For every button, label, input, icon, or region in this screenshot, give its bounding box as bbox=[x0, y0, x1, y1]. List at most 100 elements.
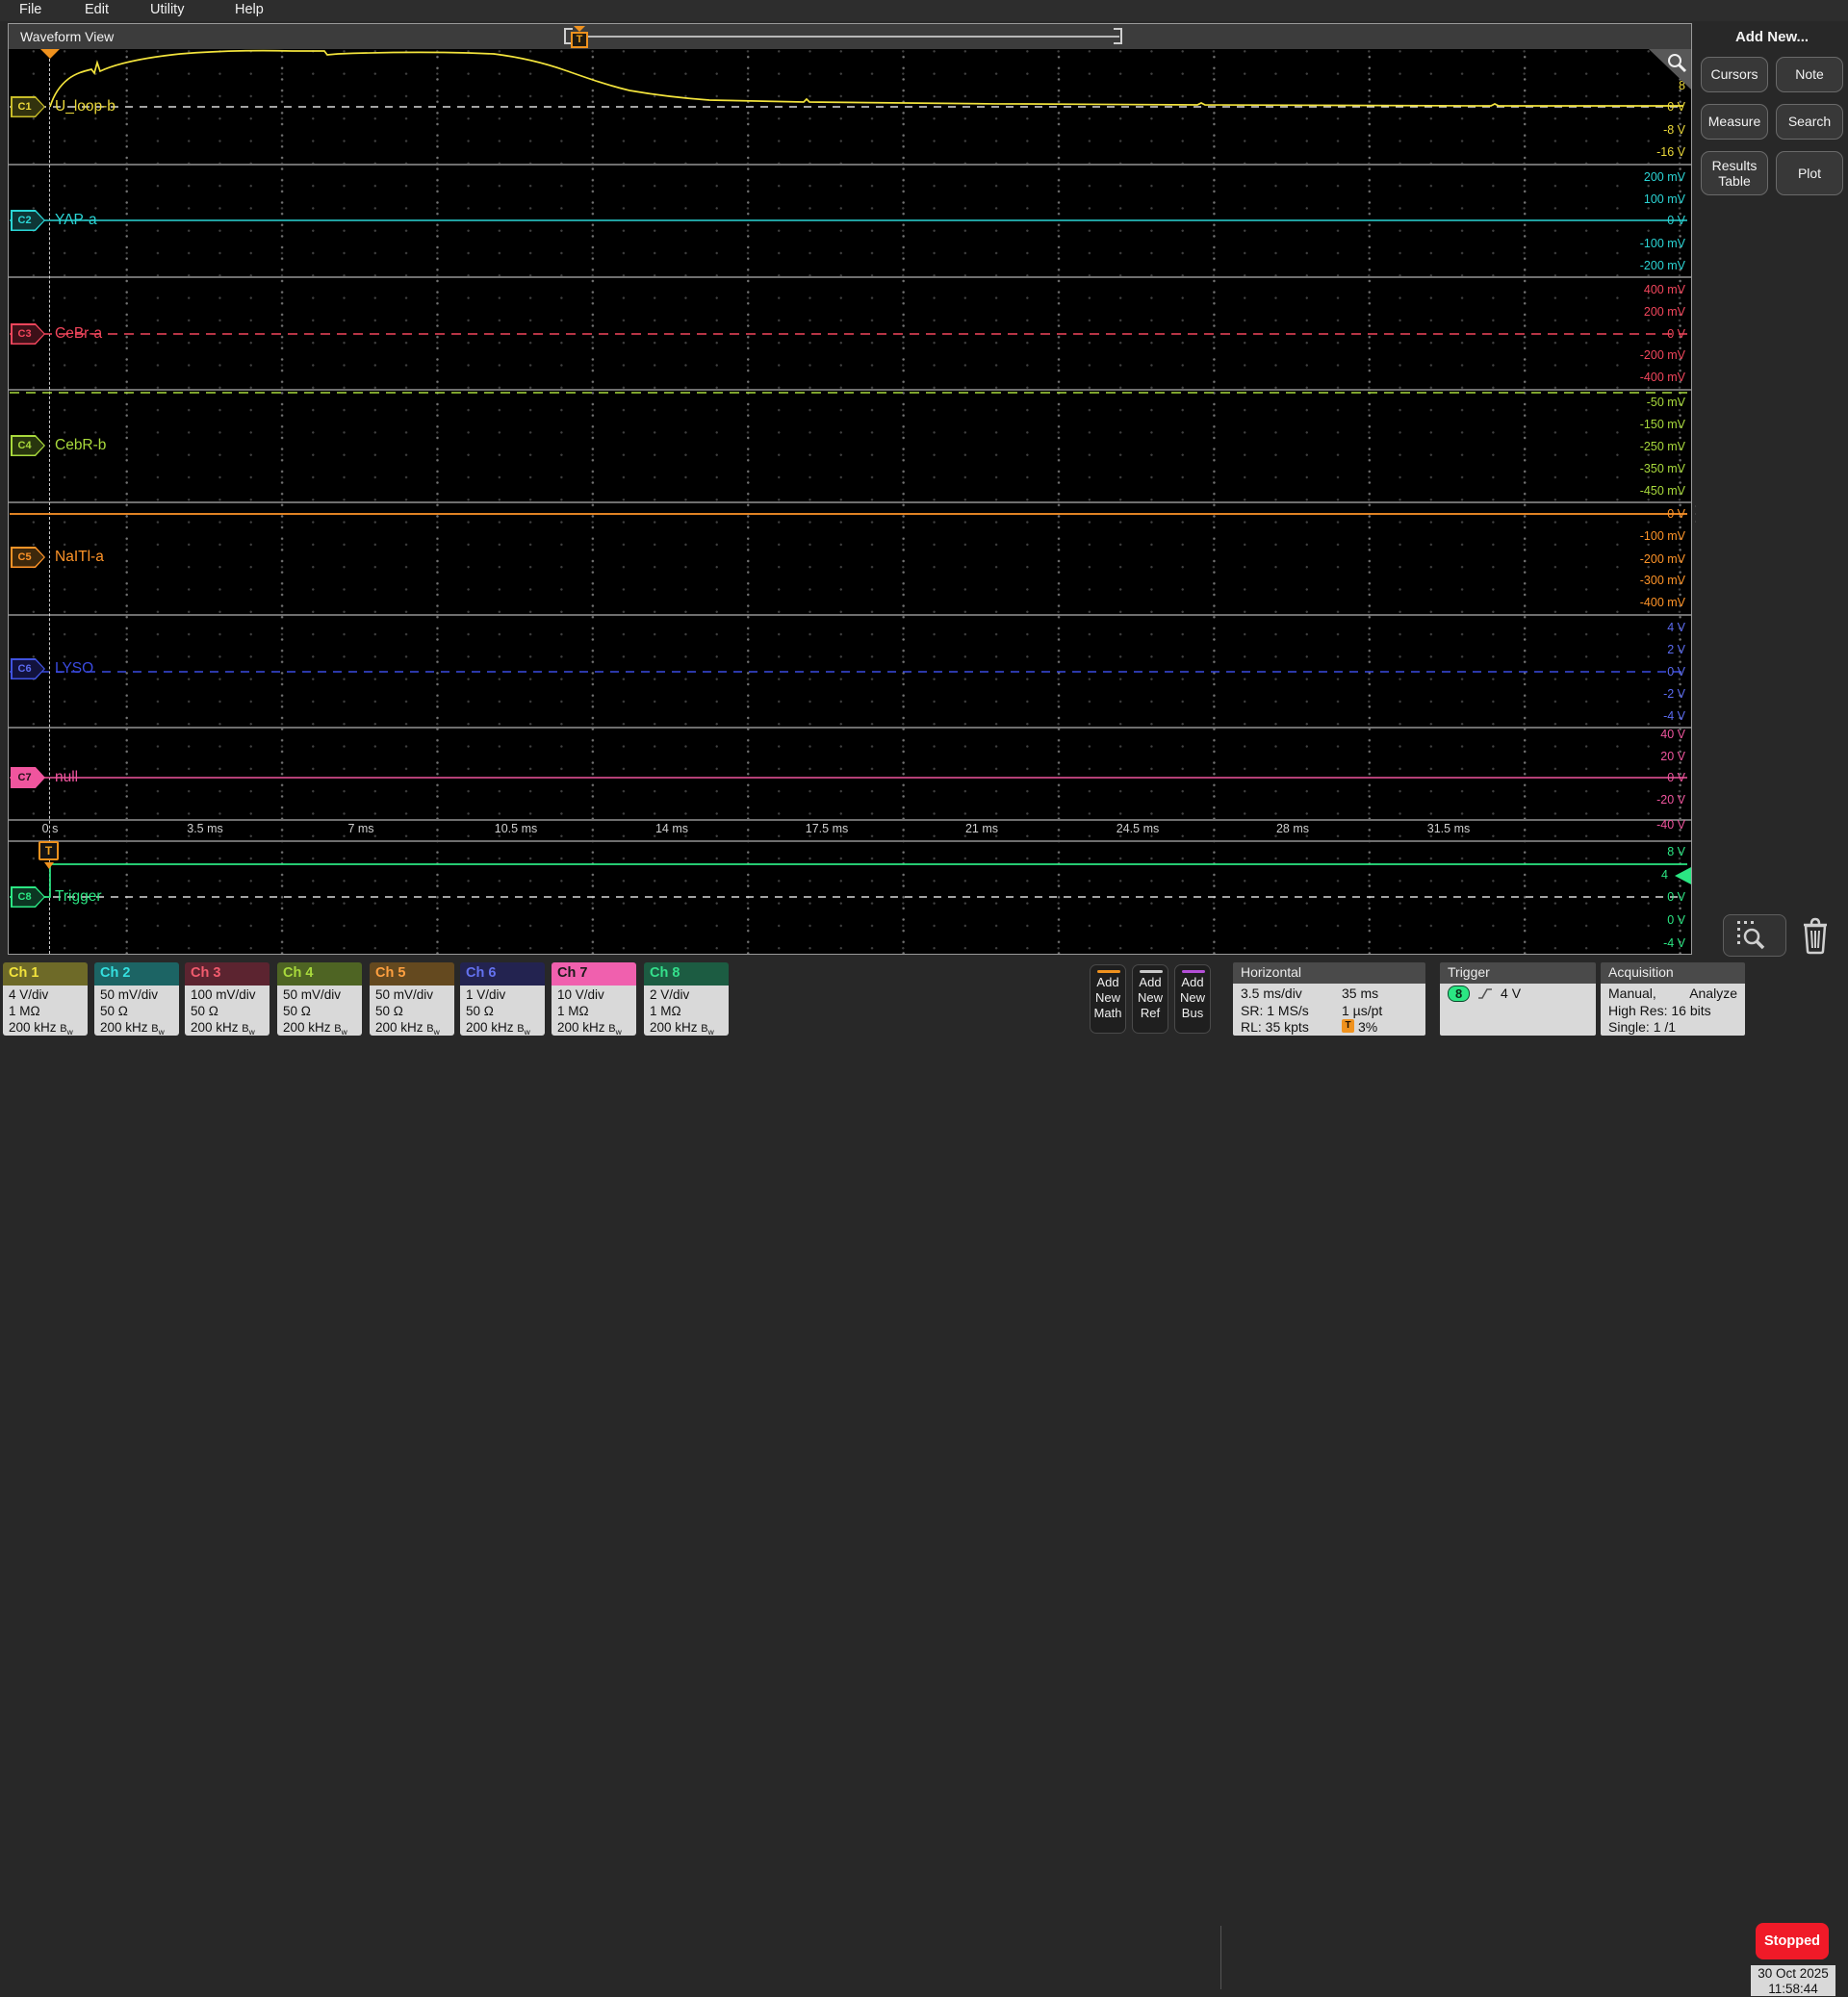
c8-trace[interactable] bbox=[10, 863, 1687, 898]
channel-badge-c6[interactable]: C6 bbox=[11, 658, 45, 679]
axis-label: 0 V bbox=[1667, 507, 1685, 521]
axis-label: -50 mV bbox=[1646, 396, 1685, 409]
acquisition-position-line[interactable] bbox=[573, 36, 1119, 38]
ch7-scale: 10 V/div bbox=[557, 987, 604, 1002]
trigger-panel[interactable]: Trigger 8 4 V bbox=[1440, 962, 1596, 1036]
rising-edge-icon bbox=[1478, 988, 1493, 999]
horizontal-panel-title: Horizontal bbox=[1233, 962, 1425, 984]
axis-label: 200 mV bbox=[1643, 170, 1685, 184]
bottom-bar: Ch 1 4 V/div 1 MΩ 200 kHz Bw Ch 2 50 mV/… bbox=[0, 959, 1848, 1996]
add-new-math-button[interactable]: Add New Math bbox=[1090, 964, 1126, 1034]
axis-label: 0 V bbox=[1667, 327, 1685, 341]
ch4-impedance: 50 Ω bbox=[283, 1004, 311, 1018]
results-table-button[interactable]: Results Table bbox=[1701, 151, 1768, 195]
acquisition-window-right-bracket[interactable] bbox=[1114, 28, 1122, 44]
channel-badge-c1[interactable]: C1 bbox=[11, 96, 45, 117]
channel-badge-c2[interactable]: C2 bbox=[11, 210, 45, 231]
axis-label: -16 V bbox=[1656, 145, 1685, 159]
channel-card-ch3[interactable]: Ch 3 100 mV/div 50 Ω 200 kHz Bw bbox=[185, 962, 270, 1036]
channel-name-c5[interactable]: NaITl-a bbox=[55, 549, 104, 566]
ref-accent-bar bbox=[1140, 970, 1163, 973]
acquisition-mode: Manual, bbox=[1608, 986, 1656, 1001]
run-stop-status-button[interactable]: Stopped bbox=[1756, 1923, 1829, 1959]
ch7-bandwidth: 200 kHz bbox=[557, 1020, 605, 1035]
trigger-level: 4 V bbox=[1501, 986, 1522, 1001]
horizontal-panel[interactable]: Horizontal 3.5 ms/div 35 ms SR: 1 MS/s 1 µ… bbox=[1233, 962, 1425, 1036]
channel-card-ch1[interactable]: Ch 1 4 V/div 1 MΩ 200 kHz Bw bbox=[3, 962, 88, 1036]
ch2-bandwidth: 200 kHz bbox=[100, 1020, 148, 1035]
channel-name-c6[interactable]: LYSO bbox=[55, 660, 93, 678]
time-tick: 21 ms bbox=[964, 822, 999, 835]
trash-button[interactable] bbox=[1796, 914, 1838, 957]
ch8-bandwidth: 200 kHz bbox=[650, 1020, 698, 1035]
ch4-scale: 50 mV/div bbox=[283, 987, 342, 1002]
axis-label: -200 mV bbox=[1639, 259, 1685, 272]
horizontal-window: 35 ms bbox=[1342, 986, 1379, 1001]
bottom-bar-divider bbox=[1220, 1926, 1221, 1989]
channel-badge-c8[interactable]: C8 bbox=[11, 886, 45, 908]
time-value: 11:58:44 bbox=[1768, 1982, 1818, 1996]
bandwidth-limit-icon: Bw bbox=[60, 1023, 73, 1036]
menu-help[interactable]: Help bbox=[235, 2, 264, 17]
record-length: RL: 35 kpts bbox=[1241, 1019, 1309, 1035]
trigger-source-t-marker[interactable]: T bbox=[38, 841, 59, 860]
trigger-marker-t-icon: T bbox=[571, 32, 588, 48]
zoom-mode-button[interactable] bbox=[1723, 914, 1786, 957]
channel-card-ch2[interactable]: Ch 2 50 mV/div 50 Ω 200 kHz Bw bbox=[94, 962, 179, 1036]
add-new-ref-button[interactable]: Add New Ref bbox=[1132, 964, 1168, 1034]
horizontal-scale: 3.5 ms/div bbox=[1241, 986, 1302, 1001]
channel-card-ch7[interactable]: Ch 7 10 V/div 1 MΩ 200 kHz Bw bbox=[552, 962, 636, 1036]
trigger-level-arrow-icon[interactable] bbox=[1675, 867, 1691, 884]
channel-name-c1[interactable]: U_loop-b bbox=[55, 98, 116, 115]
traces-layer bbox=[10, 49, 1687, 898]
menu-utility[interactable]: Utility bbox=[150, 2, 184, 17]
channel-badge-c5[interactable]: C5 bbox=[11, 547, 45, 568]
add-new-bus-button[interactable]: Add New Bus bbox=[1174, 964, 1211, 1034]
channel-card-ch6[interactable]: Ch 6 1 V/div 50 Ω 200 kHz Bw bbox=[460, 962, 545, 1036]
channel-badge-c4[interactable]: C4 bbox=[11, 435, 45, 456]
ch1-bandwidth: 200 kHz bbox=[9, 1020, 57, 1035]
axis-label: -20 V bbox=[1656, 793, 1685, 806]
plot-button[interactable]: Plot bbox=[1776, 151, 1843, 195]
acquisition-detail: High Res: 16 bits bbox=[1608, 1002, 1711, 1018]
acquisition-panel[interactable]: Acquisition Manual, Analyze High Res: 16 … bbox=[1601, 962, 1745, 1036]
channel-card-ch8[interactable]: Ch 8 2 V/div 1 MΩ 200 kHz Bw bbox=[644, 962, 729, 1036]
right-sidebar: Add New... Cursors Note Measure Search R… bbox=[1696, 23, 1848, 955]
axis-label: 4 V bbox=[1667, 621, 1685, 634]
menu-edit[interactable]: Edit bbox=[85, 2, 109, 17]
ch6-impedance: 50 Ω bbox=[466, 1004, 494, 1018]
axis-label: 40 V bbox=[1660, 728, 1685, 741]
axis-label: 0 V bbox=[1667, 100, 1685, 114]
channel-name-c4[interactable]: CebR-b bbox=[55, 437, 106, 454]
bandwidth-limit-icon: Bw bbox=[151, 1023, 165, 1036]
search-button[interactable]: Search bbox=[1776, 104, 1843, 140]
channel-name-c3[interactable]: CeBr-a bbox=[55, 325, 102, 343]
axis-label: 0 V bbox=[1667, 890, 1685, 904]
waveform-view-window: Waveform View T C1 U_loop-b C2 YAP-a C3 … bbox=[8, 23, 1704, 955]
time-tick: 24.5 ms bbox=[1116, 822, 1160, 835]
channel-card-ch4[interactable]: Ch 4 50 mV/div 50 Ω 200 kHz Bw bbox=[277, 962, 362, 1036]
channel-badge-c3[interactable]: C3 bbox=[11, 323, 45, 345]
channel-name-c7[interactable]: null bbox=[55, 769, 78, 786]
acquisition-single: Single: 1 /1 bbox=[1608, 1019, 1677, 1035]
note-button[interactable]: Note bbox=[1776, 57, 1843, 92]
c1-trace[interactable] bbox=[49, 49, 1683, 108]
ch6-bandwidth: 200 kHz bbox=[466, 1020, 514, 1035]
channel-badge-c7[interactable]: C7 bbox=[11, 767, 45, 788]
channel-card-ch5[interactable]: Ch 5 50 mV/div 50 Ω 200 kHz Bw bbox=[370, 962, 454, 1036]
axis-label: -200 mV bbox=[1639, 348, 1685, 362]
waveform-plot-area[interactable]: C1 U_loop-b C2 YAP-a C3 CeBr-a C4 CebR-b… bbox=[9, 49, 1691, 954]
time-tick: 28 ms bbox=[1275, 822, 1310, 835]
ch7-impedance: 1 MΩ bbox=[557, 1004, 589, 1018]
trigger-position-marker-top[interactable]: T bbox=[571, 26, 588, 48]
measure-button[interactable]: Measure bbox=[1701, 104, 1768, 140]
time-tick: 31.5 ms bbox=[1426, 822, 1471, 835]
menu-file[interactable]: File bbox=[19, 2, 41, 17]
ch2-scale: 50 mV/div bbox=[100, 987, 159, 1002]
cursors-button[interactable]: Cursors bbox=[1701, 57, 1768, 92]
channel-name-c2[interactable]: YAP-a bbox=[55, 212, 97, 229]
bandwidth-limit-icon: Bw bbox=[608, 1023, 622, 1036]
channel-name-c8[interactable]: Trigger bbox=[55, 888, 102, 906]
datetime-display: 30 Oct 2025 11:58:44 bbox=[1751, 1965, 1835, 1996]
axis-label: -4 V bbox=[1663, 709, 1685, 723]
